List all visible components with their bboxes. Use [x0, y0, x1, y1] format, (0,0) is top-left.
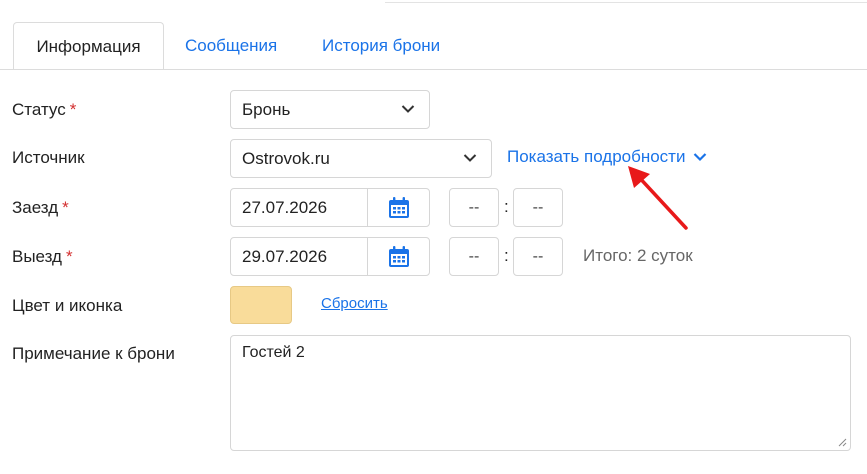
color-label: Цвет и иконка [12, 296, 123, 315]
required-mark: * [69, 100, 77, 119]
checkin-minute-field[interactable]: -- [513, 188, 563, 227]
status-label: Статус * [12, 100, 76, 120]
booking-note-textarea[interactable]: Гостей 2 [230, 335, 851, 451]
note-value: Гостей 2 [242, 344, 305, 361]
annotation-arrow-icon [628, 166, 688, 230]
status-label-text: Статус [12, 100, 66, 119]
checkout-calendar-button[interactable] [367, 238, 429, 275]
checkout-hour-field[interactable]: -- [449, 237, 499, 276]
required-mark: * [65, 247, 73, 266]
tab-divider [0, 69, 867, 70]
required-mark: * [62, 198, 69, 217]
note-label: Примечание к брони [12, 344, 175, 363]
source-label: Источник [12, 148, 85, 167]
calendar-icon [388, 196, 409, 218]
resize-handle-icon[interactable] [838, 438, 847, 447]
source-value: Ostrovok.ru [242, 149, 330, 168]
tab-messages[interactable]: Сообщения [165, 22, 297, 70]
checkout-minute-field[interactable]: -- [513, 237, 563, 276]
stay-total: Итого: 2 суток [583, 246, 693, 265]
tab-booking-history[interactable]: История брони [302, 22, 460, 70]
checkin-label: Заезд * [12, 198, 69, 218]
status-select[interactable]: Бронь [230, 90, 430, 129]
chevron-down-icon [463, 154, 477, 162]
checkin-label-text: Заезд [12, 198, 59, 217]
reset-color-link[interactable]: Сбросить [321, 295, 388, 312]
checkin-date-field[interactable]: 27.07.2026 [230, 188, 430, 227]
checkin-hour-field[interactable]: -- [449, 188, 499, 227]
chevron-down-icon [401, 105, 415, 113]
tab-information[interactable]: Информация [13, 22, 164, 70]
checkin-calendar-button[interactable] [367, 189, 429, 226]
checkout-date-field[interactable]: 29.07.2026 [230, 237, 430, 276]
checkout-label: Выезд * [12, 247, 73, 267]
color-swatch[interactable] [230, 286, 292, 324]
checkout-label-text: Выезд [12, 247, 62, 266]
calendar-icon [388, 245, 409, 267]
time-separator: : [504, 197, 509, 216]
time-separator: : [504, 246, 509, 265]
source-select[interactable]: Ostrovok.ru [230, 139, 492, 178]
status-value: Бронь [242, 100, 291, 119]
checkin-date-value: 27.07.2026 [242, 198, 328, 217]
tab-bar: Информация Сообщения История брони [0, 0, 867, 70]
checkout-date-value: 29.07.2026 [242, 247, 328, 266]
